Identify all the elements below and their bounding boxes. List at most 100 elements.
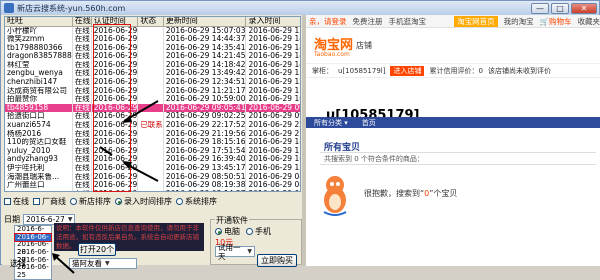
buy-now-button[interactable]: 立即购买 xyxy=(257,254,297,267)
table-row[interactable]: chenzhibi147在线2016-06-292016-06-29 12:34… xyxy=(5,78,301,87)
cell-cert: 2016-06-29 xyxy=(91,87,138,96)
cell-record: 2016-06-29 08:14:27 xyxy=(246,190,301,192)
cell-record: 2016-06-29 21:19:56 xyxy=(246,130,301,139)
addr-checkbox[interactable]: 厂商线 xyxy=(33,196,66,207)
system-sort-radio[interactable]: 系统排序 xyxy=(176,196,217,207)
shop-info-bar: 掌柜： u[10585179l] 进入店铺 累计信用评价：0 该店铺尚未收到评价 xyxy=(306,64,600,78)
cell-update: 2016-06-29 13:49:42 xyxy=(163,69,246,78)
cell-online: 在线 xyxy=(72,190,91,192)
table-row[interactable]: 小柠檬吖在线2016-06-292016-06-29 15:07:032016-… xyxy=(5,26,301,35)
cell-record: 2016-06-29 18:15:16 xyxy=(246,138,301,147)
cell-online: 在线 xyxy=(72,138,91,147)
col-header-status[interactable]: 状态 xyxy=(138,17,164,26)
login-link[interactable]: 亲，请登录 xyxy=(309,16,347,27)
cell-cert: 2016-06-29 xyxy=(91,95,138,104)
cell-record: 2016-06-29 14:44:37 xyxy=(246,35,301,44)
table-row[interactable]: 林红莹在线2016-06-292016-06-29 14:18:422016-0… xyxy=(5,61,301,70)
cell-record: 2016-06-29 09:05:41 xyxy=(246,104,301,113)
cell-online: 在线 xyxy=(72,52,91,61)
period-select[interactable]: 试用一天▼ xyxy=(215,246,255,257)
cell-record: 2016-06-29 14:35:41 xyxy=(246,44,301,53)
select-row: 选择 猫阿友看▼ xyxy=(10,258,137,269)
maximize-button[interactable]: □ xyxy=(551,3,569,14)
cell-ww: 达成商贸有限公司 xyxy=(5,87,72,96)
table-row[interactable]: andyzhang93在线2016-06-292016-06-29 16:39:… xyxy=(5,155,301,164)
cell-update: 2016-06-29 14:21:45 xyxy=(163,52,246,61)
pc-radio[interactable]: 电脑 xyxy=(215,226,240,237)
table-row[interactable]: 达成商贸有限公司在线2016-06-292016-06-29 11:21:172… xyxy=(5,87,301,96)
chevron-down-icon: ▼ xyxy=(105,259,110,268)
cell-record: 2016-06-29 15:07:03 xyxy=(246,26,301,35)
home-tab[interactable]: 首页 xyxy=(362,118,376,128)
my-taobao-link[interactable]: 我的淘宝 xyxy=(504,16,534,27)
app-window: 新店云搜系统-yun.560h.com — □ ✕ 旺旺 在线 认证时间 状态 … xyxy=(0,0,600,265)
col-header-cert[interactable]: 认证时间 xyxy=(91,17,138,26)
cell-record: 2016-06-29 16:39:40 xyxy=(246,155,301,164)
cell-cert: 2016-06-29 xyxy=(91,112,138,121)
cell-online: 在线 xyxy=(72,147,91,156)
register-link[interactable]: 免费注册 xyxy=(353,16,383,27)
taobao-logo[interactable]: 淘宝网Taobao.com xyxy=(314,34,353,58)
cell-status xyxy=(138,155,164,164)
cell-online: 在线 xyxy=(72,78,91,87)
mobile-radio[interactable]: 手机 xyxy=(246,226,271,237)
cell-cert: 2016-06-29 xyxy=(91,61,138,70)
online-checkbox[interactable]: 在线 xyxy=(4,196,29,207)
table-row[interactable]: tb1798880366在线2016-06-292016-06-29 14:35… xyxy=(5,44,301,53)
table-row[interactable]: 杨杨2016在线2016-06-292016-06-29 21:19:56201… xyxy=(5,130,301,139)
logo-area: 淘宝网Taobao.com 店铺 xyxy=(306,28,600,64)
col-header-record[interactable]: 录入时间 xyxy=(246,17,301,26)
close-button[interactable]: ✕ xyxy=(571,3,597,14)
table-row[interactable]: 伊宁哇托利在线2016-06-292016-06-29 13:45:172016… xyxy=(5,164,301,173)
cell-status xyxy=(138,61,164,70)
date-dropdown-list[interactable]: 2016-6-30 2016-06-29 2016-06-28 2016-06-… xyxy=(14,225,52,280)
table-row[interactable]: xuanzi6574在线2016-06-29已联系2016-06-29 22:1… xyxy=(5,121,301,130)
cell-status xyxy=(138,95,164,104)
shop-label: 店铺 xyxy=(356,40,372,51)
cell-online: 在线 xyxy=(72,112,91,121)
rectime-sort-radio[interactable]: 录入时间排序 xyxy=(115,196,172,207)
table-row[interactable]: zengbu_wenya在线2016-06-292016-06-29 13:49… xyxy=(5,69,301,78)
table-row[interactable]: 海潮县瑞来鲁...在线2016-06-292016-06-29 08:50:51… xyxy=(5,173,301,182)
table-row[interactable]: tb4859158在线2016-06-292016-06-29 09:05:41… xyxy=(5,104,301,113)
cell-status xyxy=(138,78,164,87)
new-sort-radio[interactable]: 新店排序 xyxy=(70,196,111,207)
table-row[interactable]: 110的贸达口女鞋在线2016-06-292016-06-29 18:15:16… xyxy=(5,138,301,147)
minimize-button[interactable]: — xyxy=(531,3,549,14)
col-header-ww[interactable]: 旺旺 xyxy=(5,17,72,26)
choice-select[interactable]: 猫阿友看▼ xyxy=(69,258,137,269)
cart-link[interactable]: 🛒购物车 xyxy=(540,16,572,27)
cell-ww: tb1798880366 xyxy=(5,44,72,53)
cell-cert: 2016-06-29 xyxy=(91,78,138,87)
mobile-link[interactable]: 手机逛淘宝 xyxy=(389,16,427,27)
cell-online: 在线 xyxy=(72,130,91,139)
cell-cert: 2016-06-29 xyxy=(91,121,138,130)
open-20-button[interactable]: 打开20个 xyxy=(78,243,116,256)
cell-ww: andyzhang93 xyxy=(5,155,72,164)
cell-record: 2016-06-29 11:21:17 xyxy=(246,87,301,96)
col-header-update[interactable]: 更新时间 xyxy=(163,17,246,26)
table-row[interactable]: 微笑zzmm在线2016-06-292016-06-29 14:44:37201… xyxy=(5,35,301,44)
browser-panel: 亲，请登录 免费注册 手机逛淘宝 淘宝网首页 我的淘宝 🛒购物车 收藏夹 淘宝网… xyxy=(306,15,600,266)
favorites-link[interactable]: 收藏夹 xyxy=(578,16,600,27)
col-header-online[interactable]: 在线 xyxy=(72,17,91,26)
all-categories-menu[interactable]: 所有分类 ▾ xyxy=(314,118,348,128)
cell-cert: 2016-06-29 xyxy=(91,104,138,113)
cell-ww: 海潮县瑞来鲁... xyxy=(5,173,72,182)
owner-id[interactable]: u[10585179l] xyxy=(338,67,385,75)
shop-grid[interactable]: 旺旺 在线 认证时间 状态 更新时间 录入时间 小柠檬吖在线2016-06-29… xyxy=(4,16,301,192)
table-row[interactable]: dragon83857888在线2016-06-292016-06-29 14:… xyxy=(5,52,301,61)
cell-cert: 2016-06-29 xyxy=(91,130,138,139)
table-row[interactable]: 广州蕾丝口在线2016-06-292016-06-29 08:19:382016… xyxy=(5,181,301,190)
table-row[interactable]: yuluy_2010在线2016-06-292016-06-29 17:51:5… xyxy=(5,147,301,156)
enter-shop-button[interactable]: 进入店铺 xyxy=(390,66,424,76)
table-row[interactable]: 拾遗街口口在线2016-06-292016-06-29 09:02:252016… xyxy=(5,112,301,121)
cell-status: 已联系 xyxy=(138,121,164,130)
table-row[interactable]: 拍最赞你在线2016-06-292016-06-29 10:59:002016-… xyxy=(5,95,301,104)
cell-update: 2016-06-29 14:44:37 xyxy=(163,35,246,44)
cell-status xyxy=(138,138,164,147)
home-link[interactable]: 淘宝网首页 xyxy=(454,16,498,27)
cell-ww: 拍最赞你 xyxy=(5,95,72,104)
cell-online: 在线 xyxy=(72,181,91,190)
table-row[interactable]: nexue在线2016-06-292016-06-29 08:14:272016… xyxy=(5,190,301,192)
